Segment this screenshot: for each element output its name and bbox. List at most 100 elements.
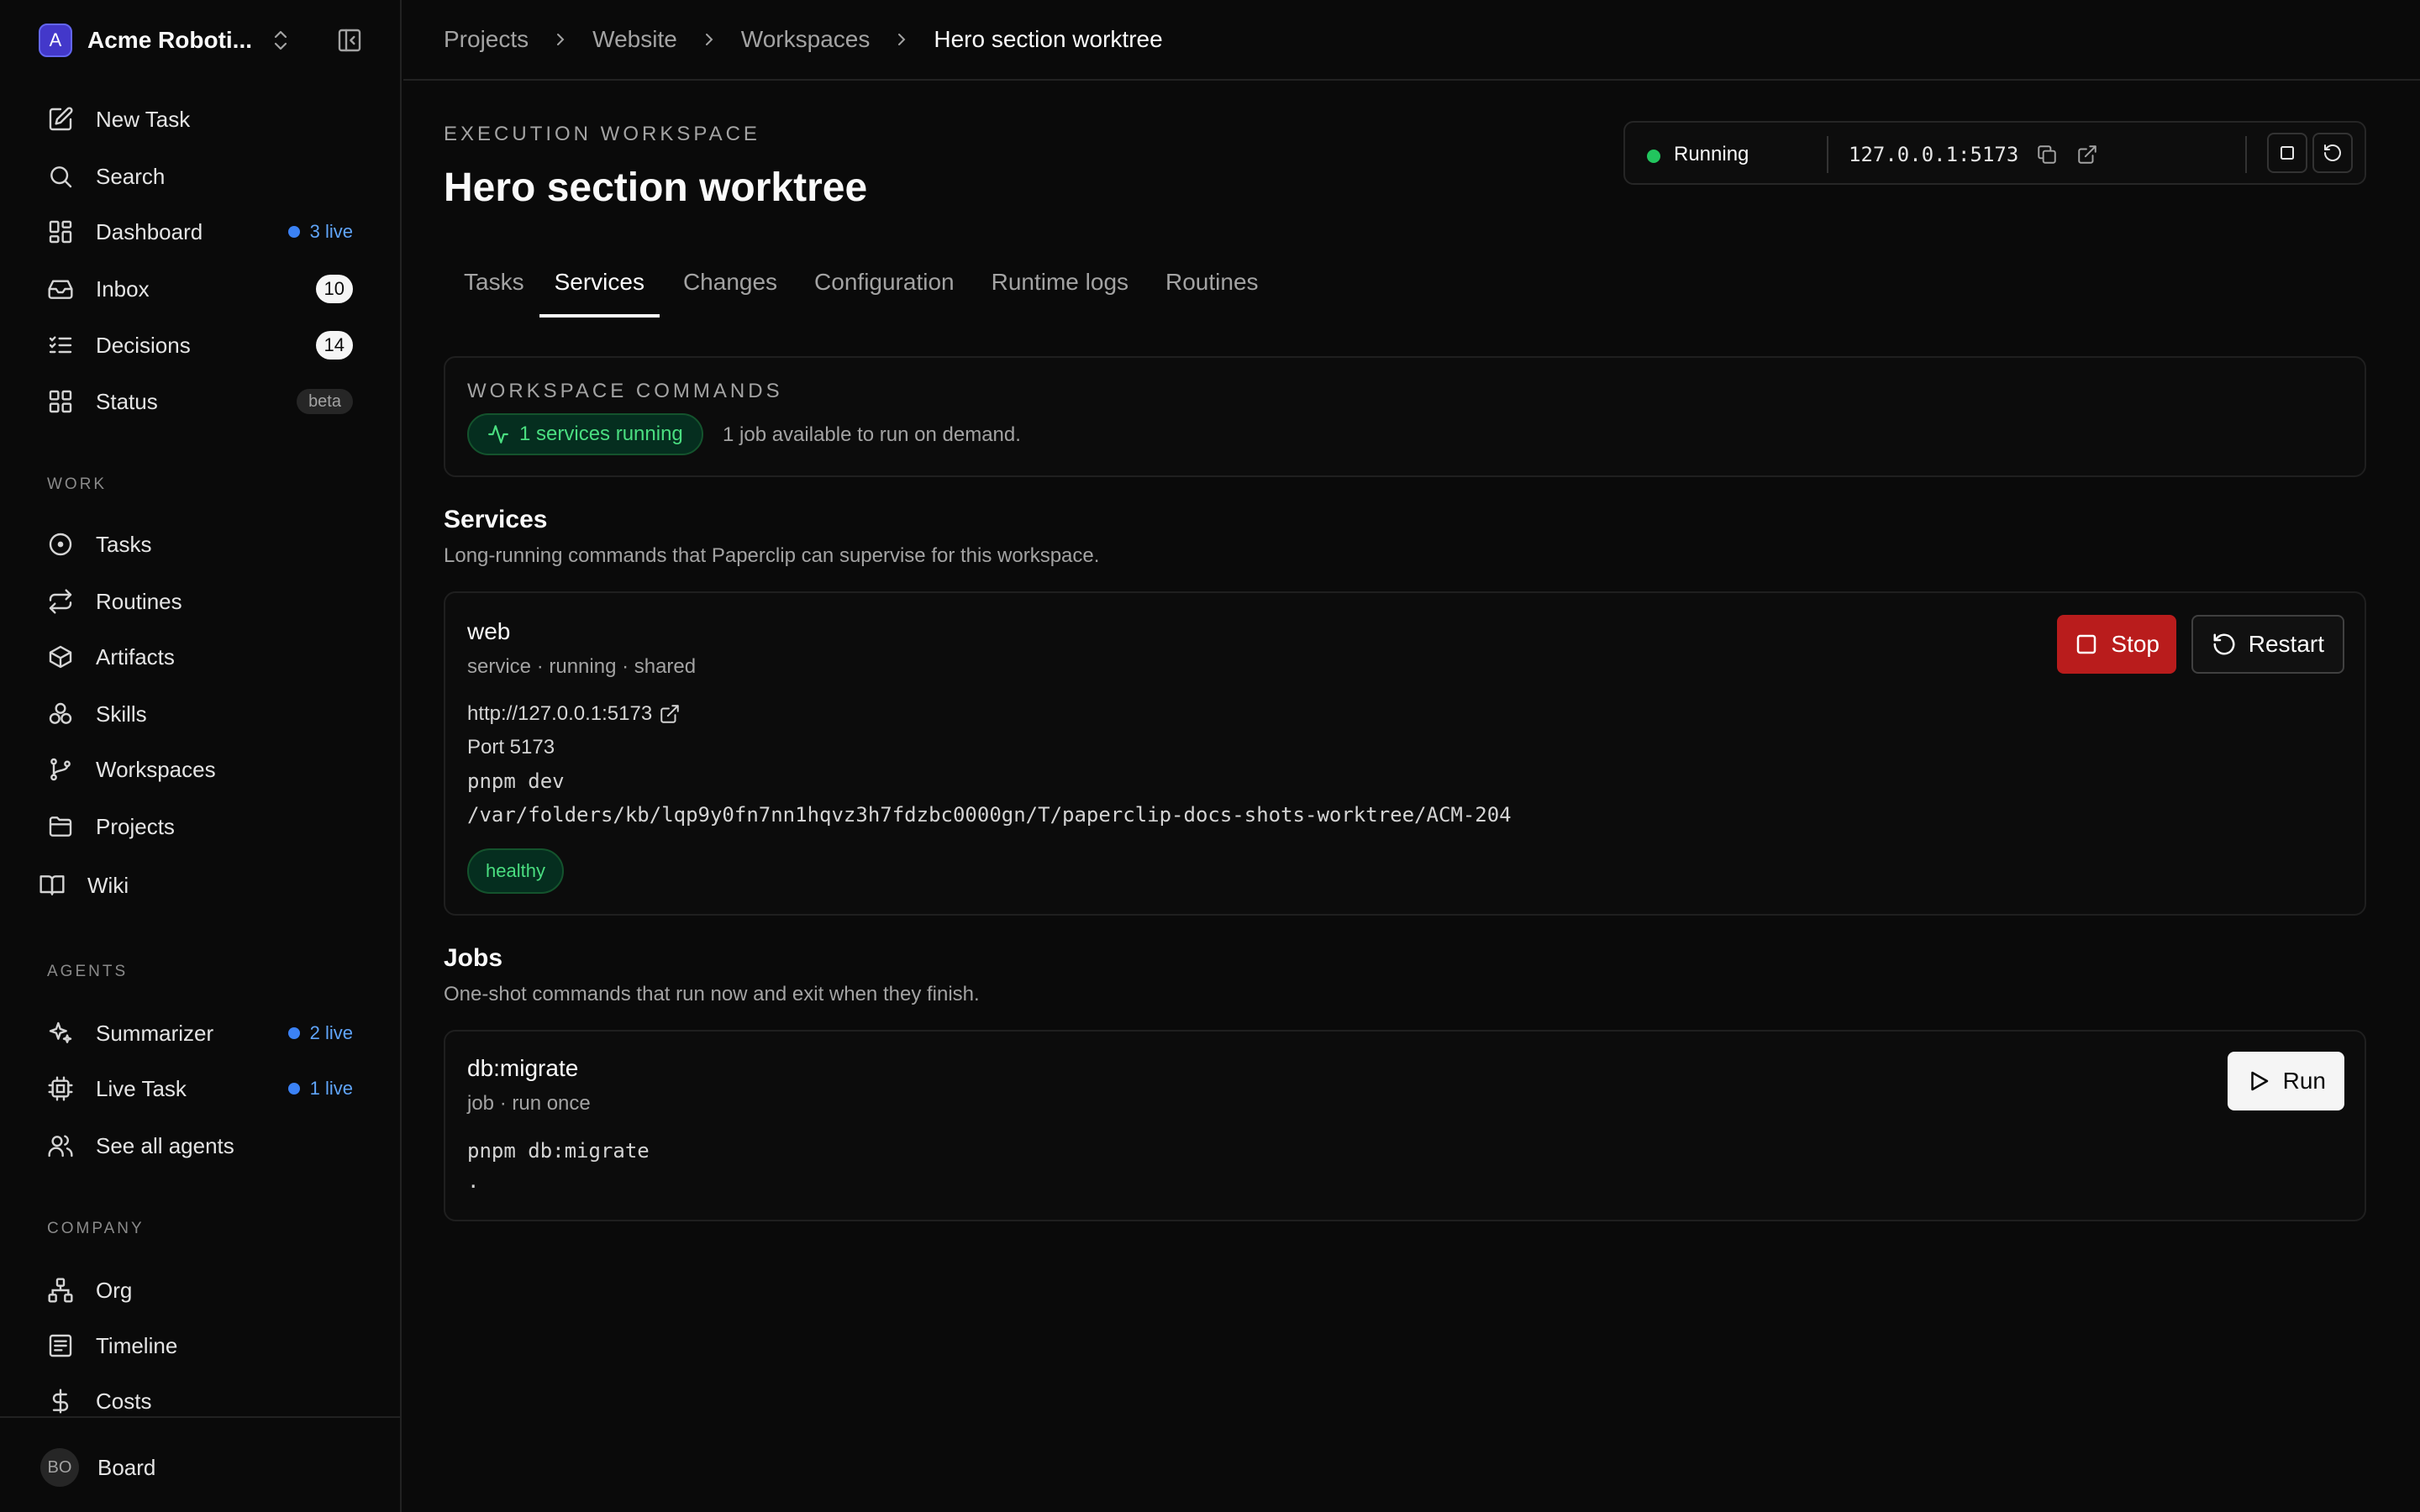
- run-button[interactable]: Run: [2227, 1052, 2344, 1110]
- users-icon: [47, 1132, 74, 1159]
- org-chart-icon: [47, 1277, 74, 1304]
- sidebar: A Acme Roboti... New Task Search Dashboa…: [0, 0, 402, 1512]
- nav-new-task[interactable]: New Task: [25, 96, 375, 143]
- nav-workspaces[interactable]: Workspaces: [25, 746, 375, 793]
- nav-label: Costs: [96, 1388, 152, 1414]
- nav-label: Workspaces: [96, 756, 216, 782]
- nav-org[interactable]: Org: [25, 1267, 375, 1314]
- nav-agent-live-task[interactable]: Live Task 1 live: [25, 1065, 375, 1112]
- nav-label: See all agents: [96, 1132, 234, 1158]
- stop-square-icon[interactable]: [2267, 133, 2307, 173]
- health-badge: healthy: [467, 848, 564, 894]
- jobs-heading: Jobs: [444, 944, 503, 972]
- restart-button[interactable]: Restart: [2191, 615, 2344, 674]
- timeline-icon: [47, 1332, 74, 1359]
- nav-label: Search: [96, 163, 166, 189]
- tab-changes[interactable]: Changes: [660, 269, 792, 318]
- restart-label: Restart: [2248, 631, 2324, 657]
- tab-services[interactable]: Services: [539, 269, 660, 318]
- live-badge: 1 live: [287, 1078, 353, 1100]
- chevron-right-icon: [892, 29, 912, 50]
- workspace-commands-card: WORKSPACE COMMANDS 1 services running 1 …: [444, 356, 2366, 477]
- breadcrumb-workspaces[interactable]: Workspaces: [741, 26, 871, 53]
- book-icon: [39, 872, 66, 899]
- job-name: db:migrate: [467, 1055, 579, 1081]
- restart-icon[interactable]: [2312, 133, 2353, 173]
- chevron-right-icon: [550, 29, 571, 50]
- stop-button[interactable]: Stop: [2057, 615, 2176, 674]
- grid-icon: [47, 388, 74, 415]
- tab-tasks[interactable]: Tasks: [444, 269, 539, 318]
- nav-agent-summarizer[interactable]: Summarizer 2 live: [25, 1010, 375, 1057]
- nav-projects[interactable]: Projects: [25, 803, 375, 850]
- nav-timeline[interactable]: Timeline: [25, 1322, 375, 1369]
- service-cwd: /var/folders/kb/lqp9y0fn7nn1hqvz3h7fdzbc…: [467, 803, 1512, 827]
- nav-see-all-agents[interactable]: See all agents: [25, 1122, 375, 1169]
- nav-label: Org: [96, 1277, 133, 1303]
- inbox-icon: [47, 276, 74, 302]
- job-card: db:migrate job · run once pnpm db:migrat…: [444, 1030, 2366, 1221]
- chevrons-up-down-icon: [271, 29, 291, 52]
- nav-search[interactable]: Search: [25, 153, 375, 200]
- nav-dashboard[interactable]: Dashboard 3 live: [25, 208, 375, 255]
- sidebar-footer[interactable]: BO Board: [0, 1416, 400, 1512]
- page-eyebrow: EXECUTION WORKSPACE: [444, 123, 760, 145]
- runtime-status: Running: [1674, 143, 1749, 165]
- live-count: 2 live: [309, 1022, 353, 1043]
- tab-routines[interactable]: Routines: [1144, 269, 1274, 318]
- section-label-agents: AGENTS: [47, 963, 129, 980]
- live-dot: [287, 226, 300, 238]
- circle-dot-icon: [47, 531, 74, 558]
- service-command: pnpm dev: [467, 769, 565, 793]
- nav-tasks[interactable]: Tasks: [25, 521, 375, 568]
- nav-inbox[interactable]: Inbox 10: [25, 265, 375, 312]
- live-badge: 2 live: [287, 1022, 353, 1044]
- running-status-dot: [1647, 150, 1660, 163]
- breadcrumb: Projects Website Workspaces Hero section…: [403, 0, 2420, 81]
- divider: [1827, 136, 1828, 173]
- inbox-count-badge: 10: [315, 275, 353, 303]
- section-label-work: WORK: [47, 475, 108, 493]
- divider: [2245, 136, 2247, 173]
- service-meta: service · running · shared: [467, 655, 697, 678]
- job-command: pnpm db:migrate: [467, 1139, 650, 1163]
- tab-configuration[interactable]: Configuration: [792, 269, 970, 318]
- service-url-link[interactable]: http://127.0.0.1:5173: [467, 702, 681, 726]
- sparkles-icon: [47, 1020, 74, 1047]
- copy-icon[interactable]: [2035, 143, 2059, 166]
- company-switcher[interactable]: A Acme Roboti...: [39, 22, 366, 59]
- repeat-icon: [47, 588, 74, 615]
- services-running-text: 1 services running: [519, 423, 683, 445]
- edit-icon: [47, 106, 74, 133]
- sidebar-collapse-icon[interactable]: [336, 27, 363, 54]
- nav-artifacts[interactable]: Artifacts: [25, 633, 375, 680]
- nav-label: Skills: [96, 701, 147, 727]
- nav-skills[interactable]: Skills: [25, 690, 375, 738]
- nav-decisions[interactable]: Decisions 14: [25, 322, 375, 369]
- external-link-icon[interactable]: [2075, 143, 2099, 166]
- live-dot: [287, 1027, 300, 1039]
- jobs-description: One-shot commands that run now and exit …: [444, 983, 980, 1005]
- nav-status[interactable]: Status beta: [25, 378, 375, 425]
- user-name: Board: [97, 1455, 156, 1480]
- section-label-company: COMPANY: [47, 1220, 145, 1237]
- search-icon: [47, 163, 74, 190]
- git-branch-icon: [47, 756, 74, 783]
- nav-label: Wiki: [87, 872, 129, 898]
- nav-wiki[interactable]: Wiki: [17, 862, 366, 909]
- nav-routines[interactable]: Routines: [25, 578, 375, 625]
- live-count: 1 live: [309, 1078, 353, 1099]
- workspace-commands-title: WORKSPACE COMMANDS: [467, 380, 783, 402]
- nav-label: Artifacts: [96, 643, 175, 669]
- live-badge: 3 live: [287, 221, 353, 243]
- breadcrumb-projects[interactable]: Projects: [444, 26, 529, 53]
- tab-bar: Tasks Services Changes Configuration Run…: [444, 269, 1274, 318]
- dashboard-icon: [47, 218, 74, 245]
- tab-runtime-logs[interactable]: Runtime logs: [970, 269, 1144, 318]
- breadcrumb-website[interactable]: Website: [592, 26, 677, 53]
- runtime-url: 127.0.0.1:5173: [1849, 143, 2019, 166]
- decisions-count-badge: 14: [315, 331, 353, 360]
- cpu-icon: [47, 1075, 74, 1102]
- dollar-icon: [47, 1388, 74, 1415]
- restart-icon: [2213, 633, 2235, 655]
